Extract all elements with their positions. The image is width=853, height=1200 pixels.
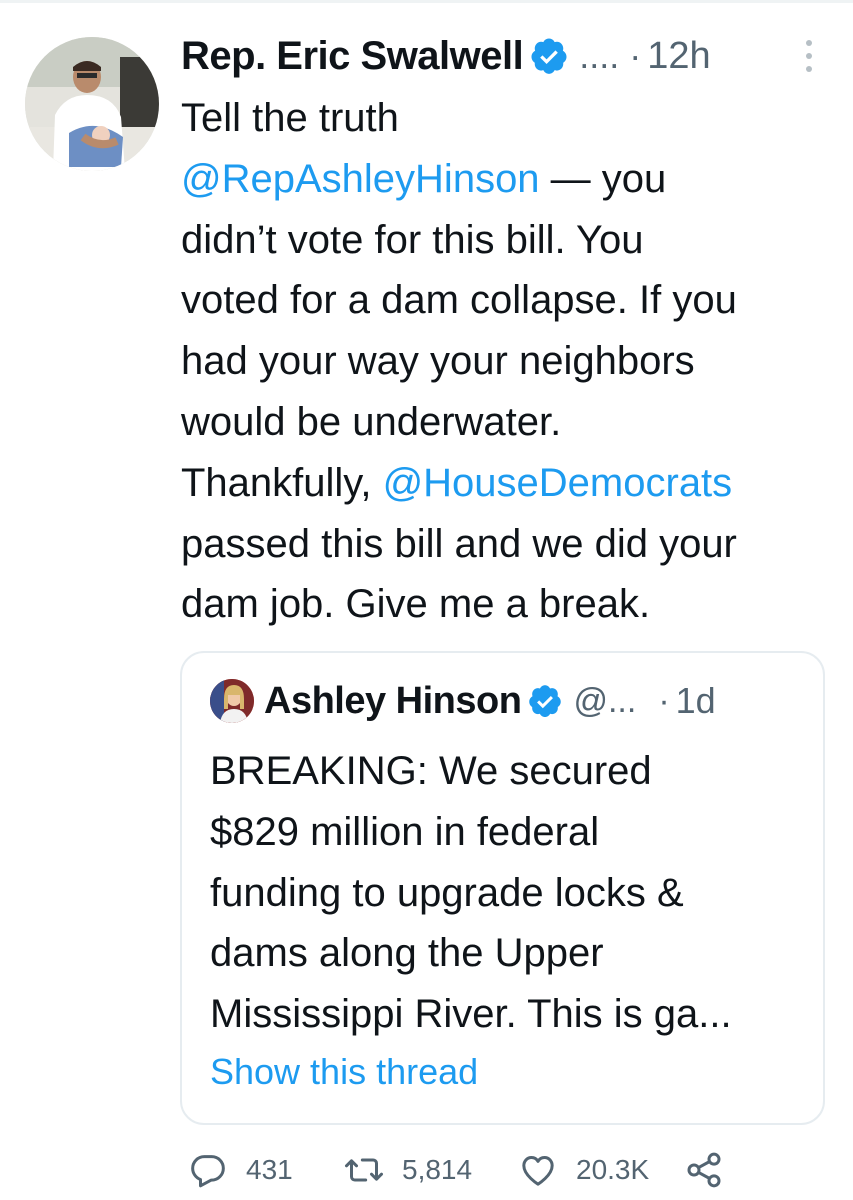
tweet-text-line: didn’t vote for this bill. You xyxy=(181,210,841,271)
mention-link[interactable]: @HouseDemocrats xyxy=(383,461,733,505)
retweet-icon xyxy=(345,1158,383,1182)
show-thread-link[interactable]: Show this thread xyxy=(210,1051,478,1093)
quoted-tweet-header: Ashley Hinson @... · 1d xyxy=(210,675,810,727)
quoted-tweet-text-line: Mississippi River. This is ga... xyxy=(210,992,732,1037)
reply-icon xyxy=(191,1155,225,1188)
tweet-text-segment: passed this bill and we did your xyxy=(181,521,737,566)
quoted-tweet-text-line: funding to upgrade locks & xyxy=(210,870,684,915)
author-handle[interactable]: .... xyxy=(579,35,619,77)
verified-badge-icon xyxy=(529,36,569,76)
reply-count: 431 xyxy=(246,1154,293,1185)
quoted-author-handle[interactable]: @... xyxy=(573,682,636,721)
mention-link[interactable]: @RepAshleyHinson xyxy=(181,157,540,201)
tweet-text-segment: dam job. Give me a break. xyxy=(181,582,651,627)
tweet-text-line: @RepAshleyHinson — you xyxy=(181,149,841,210)
quoted-tweet-time[interactable]: 1d xyxy=(676,680,716,722)
tweet-text-line: Tell the truth xyxy=(181,88,841,149)
author-display-name[interactable]: Rep. Eric Swalwell xyxy=(181,34,524,79)
quoted-tweet-text-line: dams along the Upper xyxy=(210,931,604,976)
retweet-count: 5,814 xyxy=(402,1154,473,1185)
tweet-text-line: voted for a dam collapse. If you xyxy=(181,270,841,331)
tweet-text-line: would be underwater. xyxy=(181,392,841,453)
tweet-header: Rep. Eric Swalwell .... · 12h xyxy=(181,26,821,86)
reply-button[interactable]: 431 xyxy=(188,1150,293,1190)
tweet-text-segment: had your way your neighbors xyxy=(181,339,695,384)
quoted-tweet[interactable]: Ashley Hinson @... · 1d BREAKING: We sec… xyxy=(180,651,825,1125)
share-button[interactable] xyxy=(684,1150,724,1190)
quoted-tweet-text-line: BREAKING: We secured xyxy=(210,749,652,793)
tweet-text-line: passed this bill and we did your xyxy=(181,514,841,575)
tweet-text-line: had your way your neighbors xyxy=(181,331,841,392)
quoted-time-separator: · xyxy=(658,681,670,720)
kebab-menu-icon[interactable] xyxy=(797,36,821,76)
like-icon xyxy=(522,1156,554,1186)
top-divider xyxy=(0,0,853,3)
tweet-text-segment: voted for a dam collapse. If you xyxy=(181,278,737,323)
share-icon xyxy=(687,1152,721,1188)
tweet-time[interactable]: 12h xyxy=(647,35,710,78)
like-button[interactable]: 20.3K xyxy=(518,1150,649,1190)
like-count: 20.3K xyxy=(576,1154,650,1185)
author-avatar-image xyxy=(25,37,159,171)
author-avatar[interactable] xyxy=(25,37,159,171)
tweet-text-segment: didn’t vote for this bill. You xyxy=(181,217,644,262)
quoted-author-avatar[interactable] xyxy=(210,679,254,723)
tweet-text-segment: Thankfully, xyxy=(181,460,383,505)
time-separator: · xyxy=(629,35,642,76)
retweet-button[interactable]: 5,814 xyxy=(344,1150,472,1190)
tweet-text-line: dam job. Give me a break. xyxy=(181,574,841,635)
tweet-text-line: Thankfully, @HouseDemocrats xyxy=(181,453,841,514)
quoted-tweet-text-line: $829 million in federal xyxy=(210,809,600,854)
quoted-author-display-name[interactable]: Ashley Hinson xyxy=(264,680,522,723)
tweet-text-segment: would be underwater. xyxy=(181,399,562,444)
tweet-actions: 431 5,814 20.3K xyxy=(180,1146,740,1196)
tweet-text-segment: — you xyxy=(539,156,667,201)
tweet-text: Tell the truth @RepAshleyHinson — you didn… xyxy=(181,88,841,635)
verified-badge-icon xyxy=(527,683,563,719)
quoted-tweet-text: BREAKING: We secured $829 million in fede… xyxy=(210,741,810,1045)
tweet-text-segment: Tell the truth xyxy=(181,96,399,140)
